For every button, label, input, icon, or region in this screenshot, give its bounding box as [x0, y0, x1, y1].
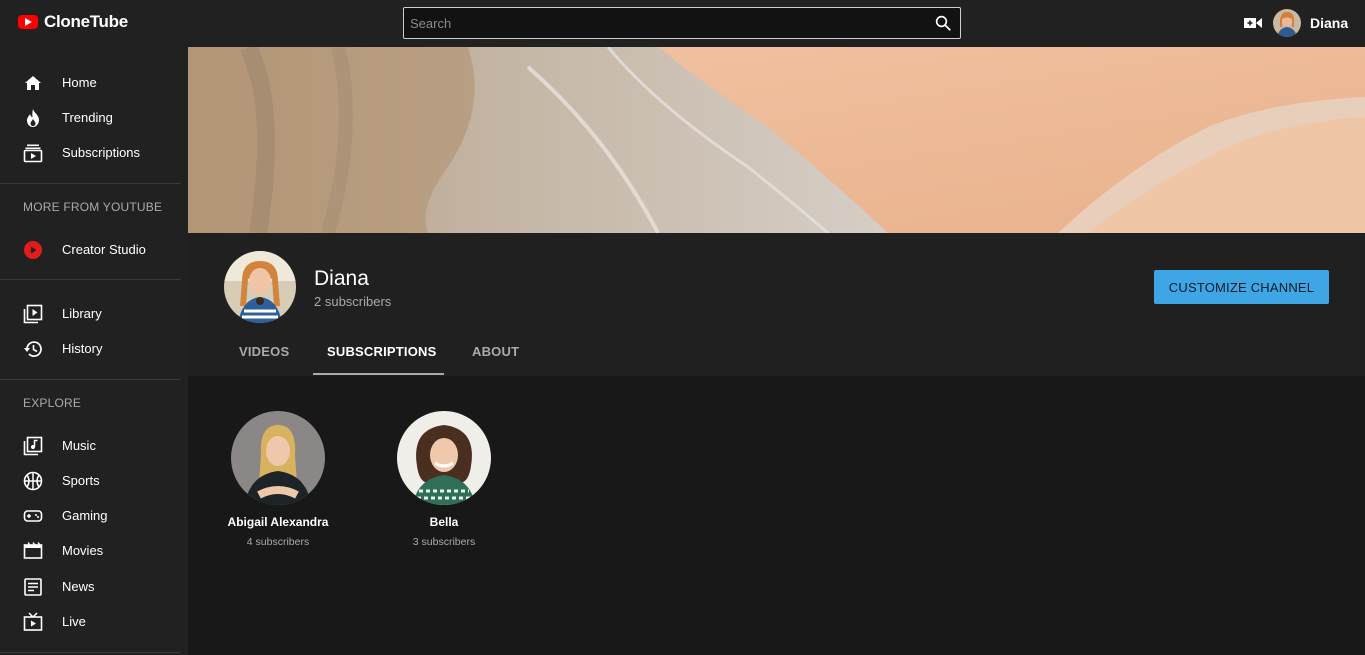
sidebar-divider [0, 279, 181, 280]
sidebar-item-label: Movies [62, 543, 104, 558]
sidebar-item-live[interactable]: Live [0, 604, 181, 639]
sidebar-item-label: Music [62, 438, 96, 453]
sidebar: Home Trending Subscriptions MORE FROM YO… [0, 47, 188, 655]
section-title-more: MORE FROM YOUTUBE [23, 200, 163, 214]
sidebar-item-label: Sports [62, 473, 100, 488]
live-icon [23, 612, 43, 631]
history-icon [24, 341, 42, 357]
user-avatar[interactable] [1273, 9, 1301, 37]
movies-icon [23, 542, 43, 559]
tab-videos[interactable]: VIDEOS [239, 344, 289, 359]
sidebar-item-label: News [62, 579, 95, 594]
subscription-subscriber-count: 4 subscribers [246, 536, 310, 548]
sidebar-item-music[interactable]: Music [0, 428, 181, 463]
fire-icon [27, 109, 39, 127]
sidebar-item-movies[interactable]: Movies [0, 533, 181, 568]
sidebar-item-label: Subscriptions [62, 145, 141, 160]
sidebar-item-history[interactable]: History [0, 331, 181, 366]
top-bar: CloneTube Diana [0, 0, 1365, 47]
search-input[interactable] [410, 8, 920, 38]
section-title-explore: EXPLORE [23, 396, 82, 410]
sidebar-divider [0, 652, 181, 653]
channel-name: Diana [314, 267, 369, 290]
subscription-name[interactable]: Bella [364, 515, 524, 529]
active-tab-indicator [313, 373, 444, 375]
music-icon [23, 436, 43, 456]
tab-subscriptions[interactable]: SUBSCRIPTIONS [327, 344, 437, 359]
sidebar-item-creator-studio[interactable]: Creator Studio [0, 232, 181, 267]
subscription-card[interactable]: Abigail Alexandra 4 subscribers [198, 411, 358, 548]
sidebar-item-label: Trending [62, 110, 113, 125]
subscription-avatar[interactable] [397, 411, 491, 505]
search-icon[interactable] [934, 14, 952, 32]
sports-icon [23, 471, 43, 491]
sidebar-item-sports[interactable]: Sports [0, 463, 181, 498]
channel-avatar [224, 251, 296, 323]
sidebar-divider [0, 183, 181, 184]
app-logo[interactable]: CloneTube [18, 12, 128, 32]
youtube-play-icon [24, 241, 42, 259]
sidebar-divider [0, 379, 181, 380]
sidebar-item-label: Gaming [62, 508, 108, 523]
customize-channel-button[interactable]: CUSTOMIZE CHANNEL [1154, 270, 1329, 304]
subscription-name[interactable]: Abigail Alexandra [198, 515, 358, 529]
sidebar-item-trending[interactable]: Trending [0, 100, 181, 135]
gaming-icon [23, 510, 43, 522]
subscription-card[interactable]: Bella 3 subscribers [364, 411, 524, 548]
sidebar-item-label: History [62, 341, 103, 356]
sidebar-item-home[interactable]: Home [0, 65, 181, 100]
sidebar-item-subscriptions[interactable]: Subscriptions [0, 135, 181, 170]
sidebar-item-gaming[interactable]: Gaming [0, 498, 181, 533]
subscription-subscriber-count: 3 subscribers [412, 536, 476, 548]
youtube-logo-icon [18, 15, 38, 29]
sidebar-item-label: Live [62, 614, 86, 629]
sidebar-item-news[interactable]: News [0, 569, 181, 604]
subscription-avatar[interactable] [231, 411, 325, 505]
search-box [403, 7, 961, 39]
channel-header: Diana 2 subscribers CUSTOMIZE CHANNEL VI… [188, 233, 1365, 376]
channel-subscriber-count: 2 subscribers [314, 294, 392, 309]
user-name[interactable]: Diana [1310, 15, 1348, 31]
tab-about[interactable]: ABOUT [472, 344, 519, 359]
sidebar-item-label: Home [62, 75, 97, 90]
library-icon [23, 304, 43, 324]
sidebar-item-label: Creator Studio [62, 242, 146, 257]
app-name: CloneTube [44, 12, 128, 31]
sidebar-item-label: Library [62, 306, 102, 321]
home-icon [25, 76, 41, 90]
subscriptions-icon [23, 144, 43, 163]
upload-video-icon[interactable] [1243, 16, 1263, 30]
sidebar-item-library[interactable]: Library [0, 296, 181, 331]
channel-banner [188, 47, 1365, 233]
news-icon [24, 578, 42, 596]
